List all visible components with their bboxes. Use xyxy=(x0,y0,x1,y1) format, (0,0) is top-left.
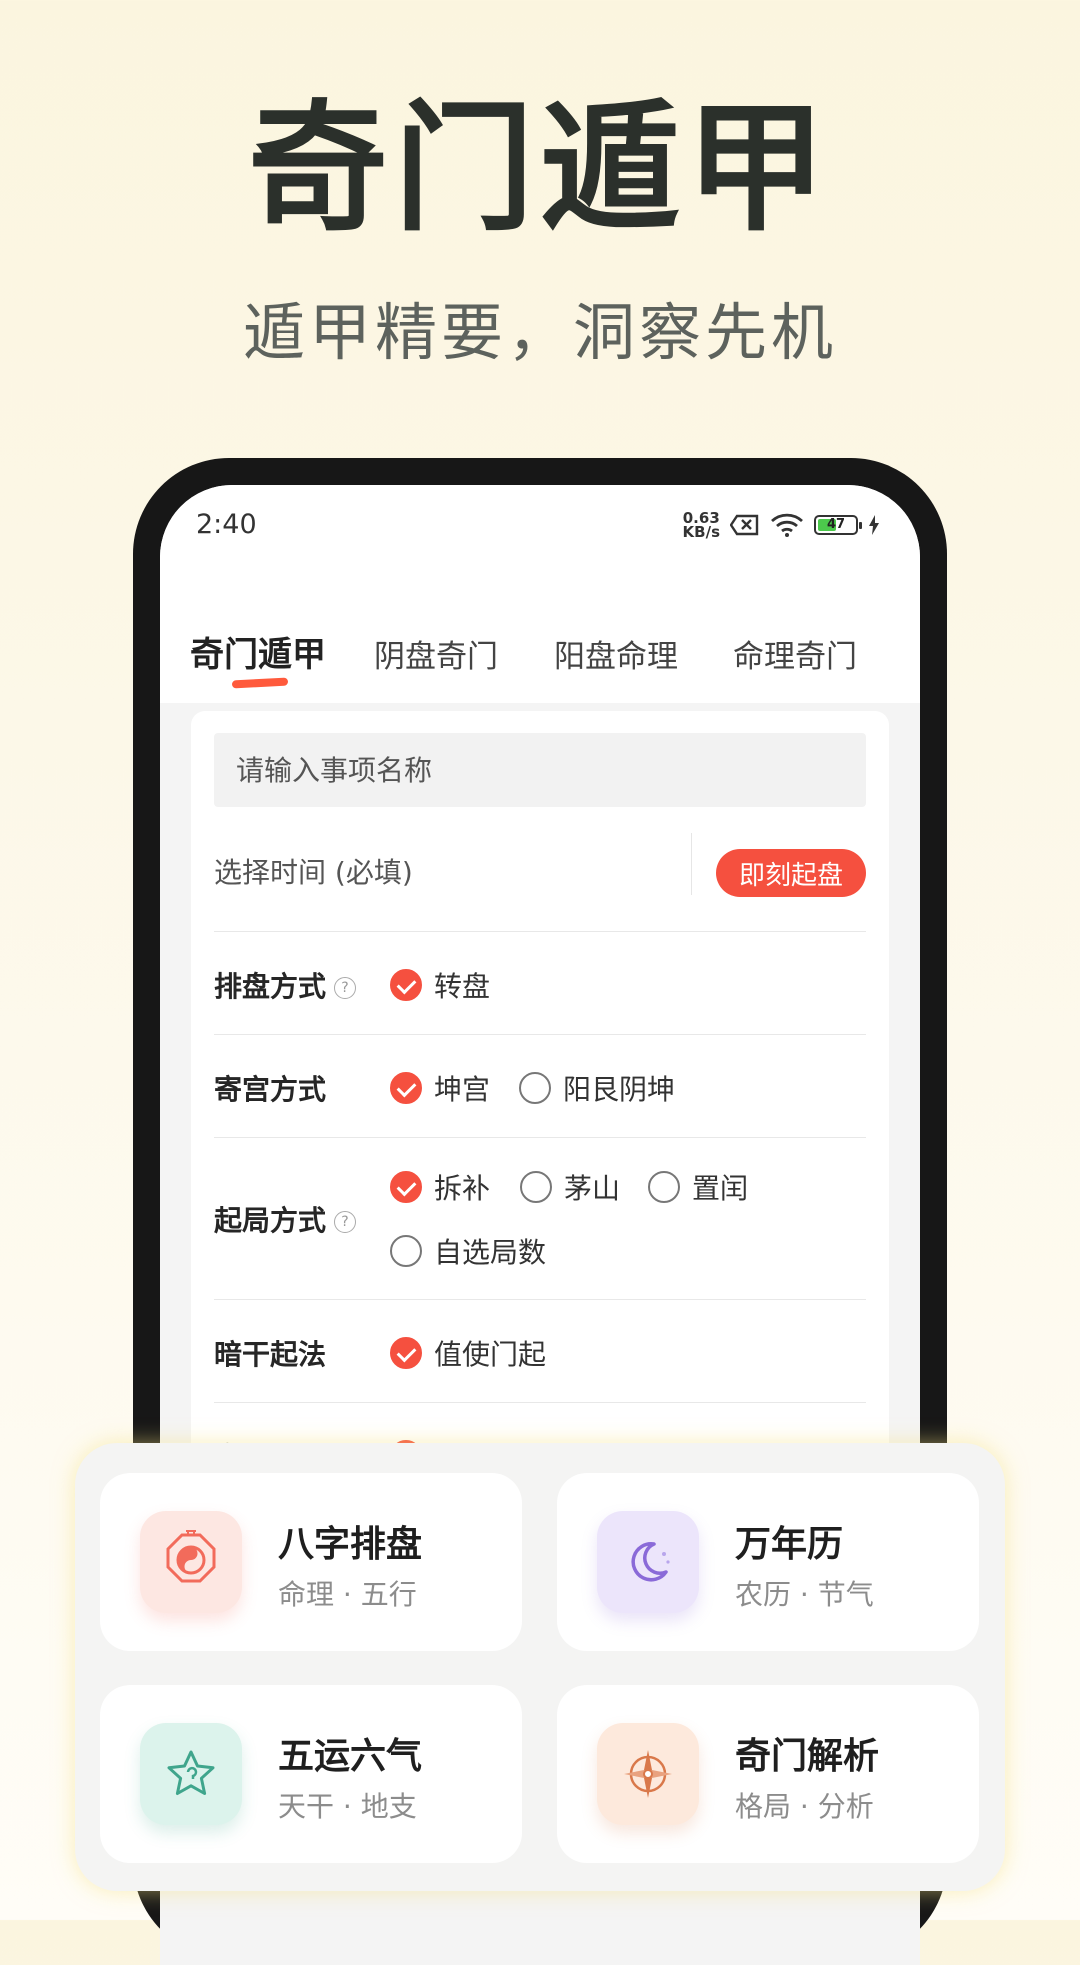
tile-subtitle: 格局 · 分析 xyxy=(735,1790,874,1823)
status-icons: 0.63 KB/s 47 xyxy=(682,511,880,541)
tile-title: 奇门解析 xyxy=(735,1736,880,1777)
help-icon[interactable]: ? xyxy=(334,1211,357,1233)
option-maoshan[interactable]: 茅山 xyxy=(520,1167,620,1207)
tile-title: 万年历 xyxy=(735,1524,844,1565)
tile-wannianli[interactable]: 万年历 农历 · 节气 xyxy=(557,1473,979,1651)
angan-method-row: 暗干起法 值使门起 xyxy=(214,1299,866,1403)
hero-title: 奇门遁甲 xyxy=(247,88,832,251)
tile-subtitle: 命理 · 五行 xyxy=(278,1578,417,1611)
tab-yangpan-mingli[interactable]: 阳盘命理 xyxy=(554,631,678,676)
qiju-method-row: 起局方式? 拆补 茅山 置闰 自选局数 xyxy=(214,1137,866,1300)
help-icon[interactable]: ? xyxy=(334,977,357,999)
star-icon xyxy=(140,1723,242,1825)
tab-bar: 奇门遁甲 阴盘奇门 阳盘命理 命理奇门 xyxy=(160,595,920,703)
battery-icon: 47 xyxy=(814,515,862,535)
pan-method-row: 排盘方式? 转盘 xyxy=(214,931,866,1035)
time-label[interactable]: 选择时间 (必填) xyxy=(214,851,413,891)
tile-subtitle: 农历 · 节气 xyxy=(735,1578,874,1611)
yinyang-octagon-icon xyxy=(140,1511,242,1613)
jigong-method-label: 寄宫方式 xyxy=(214,1073,327,1106)
status-bar: 2:40 0.63 KB/s 47 xyxy=(160,485,920,595)
tile-qimen-jiexi[interactable]: 奇门解析 格局 · 分析 xyxy=(557,1685,979,1863)
battery-level: 47 xyxy=(826,517,846,532)
feature-tiles-panel: 八字排盘 命理 · 五行 万年历 农历 · 节气 五运六气 天干 · 地支 奇门… xyxy=(75,1443,1005,1891)
checked-radio-icon xyxy=(390,1171,422,1203)
event-name-input[interactable] xyxy=(214,733,866,807)
time-row: 选择时间 (必填) 即刻起盘 xyxy=(214,829,866,932)
unchecked-radio-icon xyxy=(520,1171,552,1203)
option-zhuanpan[interactable]: 转盘 xyxy=(390,965,490,1005)
net-speed: 0.63 KB/s xyxy=(682,511,720,541)
tile-subtitle: 天干 · 地支 xyxy=(278,1790,417,1823)
tab-mingli-qimen[interactable]: 命理奇门 xyxy=(733,631,857,676)
sim-off-icon xyxy=(730,514,759,536)
option-zhishi-menqi[interactable]: 值使门起 xyxy=(390,1333,546,1373)
active-tab-indicator xyxy=(231,677,289,689)
tab-yinpan-qimen[interactable]: 阴盘奇门 xyxy=(374,631,498,676)
unchecked-radio-icon xyxy=(390,1235,422,1267)
status-time: 2:40 xyxy=(196,509,257,540)
start-now-button[interactable]: 即刻起盘 xyxy=(716,849,866,897)
tile-title: 八字排盘 xyxy=(278,1524,423,1565)
tile-wuyun-liuqi[interactable]: 五运六气 天干 · 地支 xyxy=(100,1685,522,1863)
unchecked-radio-icon xyxy=(519,1072,551,1104)
qiju-method-label: 起局方式? xyxy=(214,1199,357,1239)
option-zhirun[interactable]: 置闰 xyxy=(648,1167,748,1207)
option-kungong[interactable]: 坤宫 xyxy=(390,1068,490,1108)
option-yanggen-yinkun[interactable]: 阳艮阴坤 xyxy=(519,1068,675,1108)
net-speed-unit: KB/s xyxy=(682,523,720,541)
tile-bazi-paipan[interactable]: 八字排盘 命理 · 五行 xyxy=(100,1473,522,1651)
divider xyxy=(691,833,692,895)
tile-title: 五运六气 xyxy=(278,1736,423,1777)
unchecked-radio-icon xyxy=(648,1171,680,1203)
compass-icon xyxy=(597,1723,699,1825)
jigong-method-row: 寄宫方式 坤宫 阳艮阴坤 xyxy=(214,1034,866,1138)
tab-qimen-dunjia[interactable]: 奇门遁甲 xyxy=(190,627,326,676)
crescent-moon-icon xyxy=(597,1511,699,1613)
checked-radio-icon xyxy=(390,969,422,1001)
angan-method-label: 暗干起法 xyxy=(214,1338,327,1371)
hero-subtitle: 遁甲精要，洞察先机 xyxy=(242,296,837,369)
pan-method-label: 排盘方式? xyxy=(214,965,357,1005)
option-chaibu[interactable]: 拆补 xyxy=(390,1167,490,1207)
option-custom-ju[interactable]: 自选局数 xyxy=(390,1231,546,1271)
checked-radio-icon xyxy=(390,1337,422,1369)
wifi-icon xyxy=(771,513,803,537)
checked-radio-icon xyxy=(390,1072,422,1104)
charging-icon xyxy=(869,515,879,535)
